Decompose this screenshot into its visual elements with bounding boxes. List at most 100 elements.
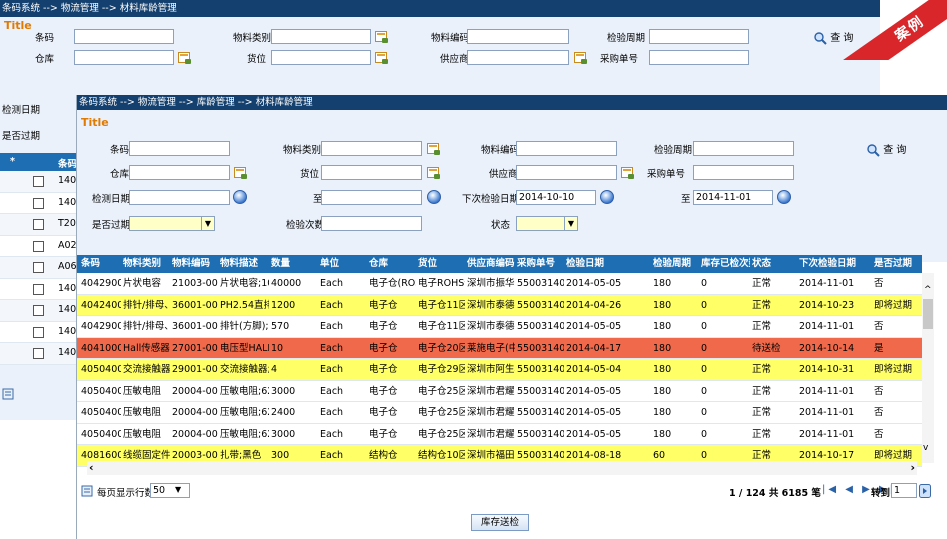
row-checkbox[interactable] — [33, 348, 44, 359]
inspect-date-from-calendar-icon[interactable] — [233, 190, 247, 204]
stock-inspection-button[interactable]: 库存送检 — [471, 514, 529, 531]
column-header[interactable]: 库存已检次数 — [699, 255, 750, 273]
table-row[interactable]: 40429000片状电容 21003-0004片状电容;1040000 Each 电子… — [77, 273, 922, 295]
barcode-input[interactable] — [129, 141, 230, 156]
inspect-date-to-calendar-icon[interactable] — [427, 190, 441, 204]
category-input[interactable] — [321, 141, 422, 156]
bg-supplier-folder-icon[interactable] — [574, 52, 587, 64]
column-header[interactable]: 状态 — [750, 255, 797, 273]
table-row[interactable]: 40429000排针/排母、36001-0006排针(方脚);570 Each 电子… — [77, 316, 922, 338]
scroll-thumb[interactable] — [923, 299, 933, 329]
warehouse-input[interactable] — [129, 165, 230, 180]
table-cell: 压敏电阻 — [123, 407, 162, 418]
filter-panel: Title 条码 物料类别 物料编码 检验周期 查 询 仓库 货位 供应商 采购… — [77, 110, 947, 262]
scroll-left-icon[interactable]: ‹ — [89, 461, 94, 474]
slot-input[interactable] — [321, 165, 422, 180]
column-header[interactable]: 检验周期 — [651, 255, 699, 273]
bg-barcode-input[interactable] — [74, 29, 174, 44]
column-header[interactable]: 采购单号 — [515, 255, 564, 273]
status-select[interactable]: ▼ — [516, 216, 578, 231]
column-header[interactable]: 是否过期 — [872, 255, 922, 273]
vertical-scrollbar[interactable]: ^ v — [922, 273, 934, 463]
bg-cycle-input[interactable] — [649, 29, 749, 44]
warehouse-folder-icon[interactable] — [234, 167, 247, 179]
column-header[interactable]: 货位 — [416, 255, 465, 273]
po-input[interactable] — [693, 165, 794, 180]
column-header[interactable]: 物料描述 — [218, 255, 269, 273]
next-date-to-calendar-icon[interactable] — [777, 190, 791, 204]
row-checkbox[interactable] — [33, 197, 44, 209]
bg-search-button[interactable]: 查 询 — [814, 29, 853, 45]
row-checkbox[interactable] — [33, 240, 44, 252]
expired-select[interactable]: ▼ — [129, 216, 215, 231]
table-row[interactable]: 40424000排针/排母、36001-0002PH2.54直排1200 Each… — [77, 294, 922, 316]
row-checkbox[interactable] — [33, 326, 44, 338]
column-header[interactable]: 单位 — [318, 255, 367, 273]
bg-category-folder-icon[interactable] — [375, 31, 388, 43]
row-checkbox[interactable] — [33, 262, 44, 273]
table-cell: Each — [320, 342, 344, 354]
inspect-date-to-input[interactable] — [321, 190, 422, 205]
table-row[interactable]: 40504000交流接触器29001-0000交流接触器;4 Each 电子仓 电子仓… — [77, 359, 922, 381]
chevron-down-icon[interactable]: ▼ — [175, 485, 181, 494]
goto-button-icon[interactable] — [919, 484, 931, 498]
next-date-from-calendar-icon[interactable] — [600, 190, 614, 204]
column-header[interactable]: 供应商编码 — [465, 255, 515, 273]
table-row[interactable]: 40504001压敏电阻 20004-0000压敏电阻;623000 Each 电子仓… — [77, 380, 922, 402]
row-checkbox[interactable] — [33, 176, 44, 187]
bg-warehouse-input[interactable] — [74, 50, 174, 65]
row-checkbox[interactable] — [33, 305, 44, 316]
table-cell: 压敏电阻;62 — [220, 428, 269, 440]
bg-code-input[interactable] — [467, 29, 569, 44]
table-cell: Each — [320, 364, 344, 375]
bg-slot-input[interactable] — [271, 50, 371, 65]
next-date-to-input[interactable]: 2014-11-01 — [693, 190, 773, 205]
bg-slot-folder-icon[interactable] — [375, 52, 388, 64]
column-header[interactable]: 物料编码 — [170, 255, 218, 273]
goto-input[interactable]: 1 — [891, 483, 917, 498]
expired-label: 是否过期 — [92, 220, 131, 231]
table-cell: 550031404 — [517, 321, 564, 332]
column-header[interactable]: 仓库 — [367, 255, 416, 273]
table-cell: 电子仓11区1 — [418, 321, 465, 332]
bg-po-input[interactable] — [649, 50, 749, 65]
supplier-folder-icon[interactable] — [621, 167, 634, 179]
scroll-right-icon[interactable]: › — [910, 461, 915, 474]
bg-warehouse-folder-icon[interactable] — [178, 52, 191, 64]
code-input[interactable] — [516, 141, 617, 156]
table-cell: 正常 — [752, 321, 772, 332]
bg-category-input[interactable] — [271, 29, 371, 44]
table-cell: 正常 — [752, 385, 772, 397]
scroll-up-icon[interactable]: ^ — [924, 285, 932, 295]
category-folder-icon[interactable] — [427, 143, 440, 155]
column-header[interactable]: 数量 — [269, 255, 318, 273]
inspect-date-from-input[interactable] — [129, 190, 230, 205]
per-page-select[interactable]: 50 — [150, 483, 190, 498]
bg-supplier-input[interactable] — [467, 50, 569, 65]
column-header[interactable]: 条码 — [79, 255, 121, 273]
horizontal-scrollbar[interactable]: ‹ › — [87, 461, 917, 475]
count-input[interactable] — [321, 216, 422, 231]
cycle-input[interactable] — [693, 141, 794, 156]
bg-warehouse-label: 仓库 — [35, 54, 55, 65]
column-header[interactable]: 下次检验日期 — [797, 255, 872, 273]
table-cell: 排针(方脚); — [220, 321, 269, 332]
next-date-from-input[interactable]: 2014-10-10 — [516, 190, 596, 205]
column-header[interactable]: 检验日期 — [564, 255, 648, 273]
bg-export-icon[interactable] — [2, 388, 14, 400]
supplier-input[interactable] — [516, 165, 617, 180]
scroll-down-icon[interactable]: v — [923, 443, 928, 453]
table-cell: 550031402 — [517, 278, 564, 289]
table-cell: 180 — [653, 407, 672, 418]
table-row[interactable]: 40504001压敏电阻 20004-0000压敏电阻;622400 Each 电子仓… — [77, 402, 922, 424]
row-checkbox[interactable] — [33, 219, 44, 230]
search-button[interactable]: 查 询 — [867, 141, 906, 157]
table-row[interactable]: 40410000Hall传感器27001-0000电压型HALL10 Each 电子… — [77, 337, 922, 359]
slot-folder-icon[interactable] — [427, 167, 440, 179]
table-cell: 是 — [874, 342, 884, 354]
column-header[interactable]: 物料类别 — [121, 255, 170, 273]
row-checkbox[interactable] — [33, 283, 44, 295]
table-cell: 电子仓 — [369, 364, 398, 375]
export-icon[interactable] — [81, 485, 93, 497]
table-row[interactable]: 40504001压敏电阻 20004-0000压敏电阻;623000 Each 电子仓… — [77, 423, 922, 445]
